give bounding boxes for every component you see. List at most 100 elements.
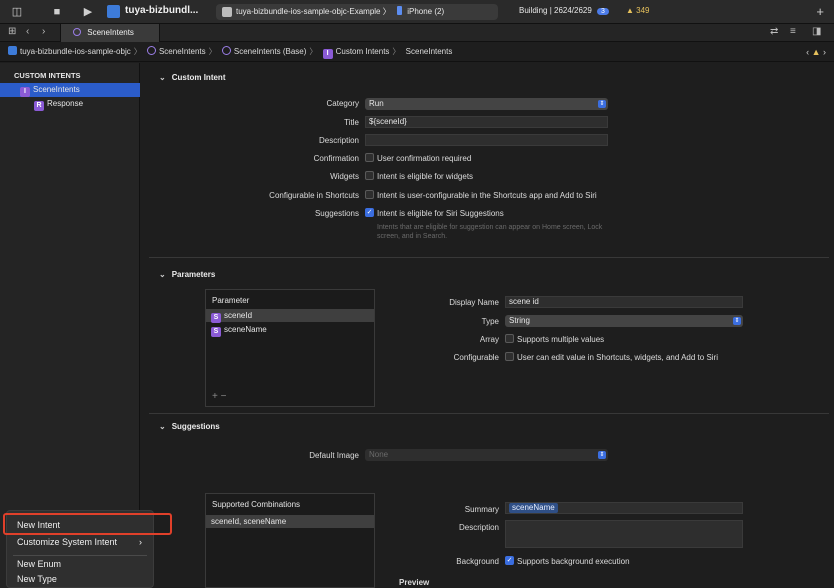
display-name-field[interactable]: scene id <box>505 296 743 308</box>
device-icon <box>396 6 402 15</box>
breadcrumb-item[interactable]: SceneIntents <box>406 47 453 56</box>
category-popup[interactable]: Run ⇕ <box>365 98 608 110</box>
suggestions-header[interactable]: ⌄ Suggestions <box>159 422 220 431</box>
summary-field[interactable]: sceneName <box>505 502 743 514</box>
chevron-right-icon: 〉 <box>208 47 217 56</box>
default-image-value: None <box>369 450 389 459</box>
project-icon <box>107 5 120 18</box>
list-item[interactable]: SsceneName <box>206 323 374 337</box>
warning-icon: ▲ <box>811 47 821 57</box>
combinations-header: Supported Combinations <box>212 500 301 509</box>
sidebar-item-sceneintents[interactable]: I SceneIntents <box>0 83 140 97</box>
suggestions-label: Suggestions <box>314 209 359 218</box>
parameter-name: sceneName <box>224 325 267 334</box>
back-icon[interactable]: ‹ <box>26 26 29 37</box>
menu-item-new-type[interactable]: New Type <box>17 574 57 584</box>
chevron-right-icon: › <box>139 537 142 547</box>
build-status-text: Building | 2624/2629 <box>519 6 592 15</box>
background-checkbox[interactable]: ✓ <box>505 556 514 565</box>
intent-editor: ⌄ Custom Intent Category Run ⇕ Title ${sc… <box>141 63 834 588</box>
menu-item-new-enum[interactable]: New Enum <box>17 559 61 569</box>
category-value: Run <box>369 99 384 108</box>
popup-arrows-icon: ⇕ <box>733 317 741 325</box>
combo-description-field[interactable] <box>505 520 743 548</box>
array-label: Array <box>479 335 499 344</box>
project-icon <box>8 46 17 55</box>
background-label: Background <box>456 557 499 566</box>
parameter-list: Parameter SsceneId SsceneName + − <box>205 289 375 407</box>
intent-file-icon <box>146 46 156 55</box>
warning-indicator[interactable]: ▲ 349 <box>626 6 650 15</box>
build-badge[interactable]: 3 <box>597 8 609 15</box>
scheme-target: tuya-bizbundle-ios-sample-objc-Example <box>236 7 381 16</box>
forward-icon[interactable]: › <box>42 26 45 37</box>
type-label: Type <box>481 317 499 326</box>
divider <box>149 257 829 258</box>
confirmation-checkbox[interactable] <box>365 153 374 162</box>
scheme-icon <box>222 7 232 17</box>
string-type-icon: S <box>211 313 221 323</box>
type-popup[interactable]: String ⇕ <box>505 315 743 327</box>
section-title: Custom Intent <box>171 73 226 82</box>
configurable-text: Intent is user-configurable in the Short… <box>377 191 597 200</box>
response-badge-icon: R <box>34 101 44 111</box>
build-status: Building | 2624/2629 3 <box>519 6 609 15</box>
sidebar-toggle-icon[interactable]: ◫ <box>10 5 24 19</box>
background-text: Supports background execution <box>517 557 630 566</box>
list-item[interactable]: sceneId, sceneName <box>206 515 374 528</box>
inspector-icon[interactable]: ◨ <box>812 26 821 37</box>
sidebar-item-response[interactable]: R Response <box>0 97 140 111</box>
parameter-list-header: Parameter <box>212 296 250 305</box>
popup-arrows-icon: ⇕ <box>598 451 606 459</box>
list-item[interactable]: SsceneId <box>206 309 374 323</box>
breadcrumb: tuya-bizbundle-ios-sample-objc 〉 SceneInt… <box>0 42 834 62</box>
scheme-device: iPhone (2) <box>407 7 445 16</box>
preview-label: Preview <box>399 578 430 587</box>
description-label: Description <box>318 136 359 145</box>
summary-token: sceneName <box>509 503 558 513</box>
category-label: Category <box>326 99 359 108</box>
widgets-text: Intent is eligible for widgets <box>377 172 474 181</box>
title-field[interactable]: ${sceneId} <box>365 116 608 128</box>
breadcrumb-item[interactable]: SceneIntents <box>159 47 206 56</box>
sidebar-section-title: CUSTOM INTENTS <box>14 71 81 80</box>
stop-icon[interactable]: ■ <box>50 5 64 19</box>
widgets-checkbox[interactable] <box>365 171 374 180</box>
intent-badge-icon: I <box>322 49 333 59</box>
description-field[interactable] <box>365 134 608 146</box>
chevron-right-icon: 〉 <box>309 47 318 56</box>
chevron-down-icon: ⌄ <box>159 422 166 431</box>
summary-label: Summary <box>464 505 499 514</box>
array-checkbox[interactable] <box>505 334 514 343</box>
menu-item-customize-system-intent[interactable]: Customize System Intent <box>17 537 117 547</box>
custom-intent-header[interactable]: ⌄ Custom Intent <box>159 73 225 82</box>
divider <box>149 413 829 414</box>
editor-options-icon[interactable]: ≡ <box>790 26 796 37</box>
add-icon[interactable]: + <box>816 4 824 19</box>
configurable-checkbox[interactable] <box>365 190 374 199</box>
intent-badge-icon: I <box>20 87 30 97</box>
chevron-down-icon: ⌄ <box>159 73 166 82</box>
default-image-popup[interactable]: None ⇕ <box>365 449 608 461</box>
issue-navigator[interactable]: ‹ ▲ › <box>806 42 826 62</box>
annotation-highlight <box>3 513 172 535</box>
chevron-right-icon: 〉 <box>133 47 142 56</box>
add-remove-parameter-button[interactable]: + − <box>212 391 226 402</box>
suggestions-checkbox[interactable]: ✓ <box>365 208 374 217</box>
array-text: Supports multiple values <box>517 335 605 344</box>
scheme-selector[interactable]: tuya-bizbundle-ios-sample-objc-Example 〉… <box>216 4 498 20</box>
run-icon[interactable]: ▶ <box>81 5 95 19</box>
breadcrumb-item[interactable]: SceneIntents (Base) <box>234 47 306 56</box>
tab-scene-intents[interactable]: SceneIntents (Base) <box>60 24 160 55</box>
sidebar-item-label: Response <box>47 99 84 108</box>
display-name-label: Display Name <box>449 298 499 307</box>
param-configurable-checkbox[interactable] <box>505 352 514 361</box>
parameter-name: sceneId <box>224 311 253 320</box>
split-icon[interactable]: ⇄ <box>770 26 778 37</box>
breadcrumb-item[interactable]: tuya-bizbundle-ios-sample-objc <box>20 47 131 56</box>
chevron-right-icon: 〉 <box>382 7 391 16</box>
grid-icon[interactable]: ⊞ <box>8 26 16 37</box>
parameters-header[interactable]: ⌄ Parameters <box>159 270 215 279</box>
breadcrumb-item[interactable]: Custom Intents <box>336 47 390 56</box>
confirmation-text: User confirmation required <box>377 154 472 163</box>
